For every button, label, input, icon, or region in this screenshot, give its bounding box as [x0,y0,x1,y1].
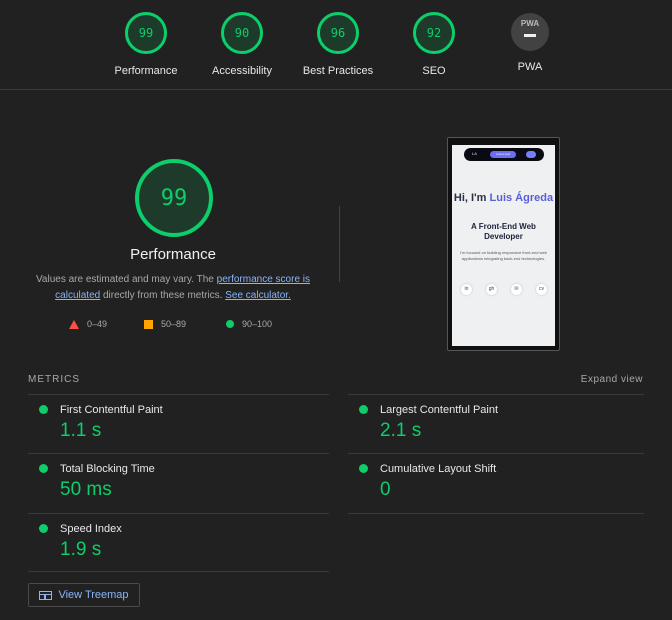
legend-range: 90–100 [242,319,273,329]
pwa-dash [524,34,536,37]
divider [339,206,340,282]
performance-score-gauge: 99 [135,159,213,237]
gauge-label: Best Practices [302,65,374,77]
gauge-score: 99 [125,12,167,54]
hero-prefix: Hi, I'm [453,192,490,204]
legend-range: 50–89 [161,319,187,329]
preview-nav: LA Lorem text [464,148,544,161]
metrics-divider [348,513,644,514]
preview-menu-icon [526,151,536,158]
metrics-divider [348,394,644,395]
metric-fcp: First Contentful Paint 1.1 s [28,396,318,454]
preview-nav-button: Lorem text [490,151,516,158]
gauge-label: Performance [114,65,178,77]
score-legend: 0–49 50–89 90–100 [0,319,346,333]
expand-view-toggle[interactable]: Expand view [581,374,643,385]
metric-tbt: Total Blocking Time 50 ms [28,455,318,513]
metrics-divider [348,453,644,454]
metric-value: 2.1 s [380,420,422,441]
metric-value: 1.1 s [60,420,102,441]
gauge-label: Accessibility [212,65,272,77]
pwa-badge-icon: PWA [511,13,549,51]
metrics-divider [28,513,329,514]
gauge-score: 96 [317,12,359,54]
gauge-score: 92 [413,12,455,54]
preview-paragraph: I'm focused on building responsive front… [460,250,547,261]
desc-middle: directly from these metrics. [100,290,226,301]
legend-fail: 0–49 [69,319,107,329]
pass-circle-icon [226,320,234,328]
view-treemap-button[interactable]: View Treemap [28,583,140,607]
desc-prefix: Values are estimated and may vary. The [35,274,217,285]
metric-name: First Contentful Paint [60,404,163,416]
see-calculator-link[interactable]: See calculator. [225,290,291,301]
metric-name: Speed Index [60,523,122,535]
metrics-divider [28,453,329,454]
metric-speed-index: Speed Index 1.9 s [28,515,318,573]
final-screenshot[interactable]: LA Lorem text Hi, I'm Luis Ágreda A Fron… [447,137,560,351]
pass-circle-icon [359,464,368,473]
gauge-label: SEO [422,65,446,77]
metric-value: 1.9 s [60,539,102,560]
metric-name: Largest Contentful Paint [380,404,499,416]
gauge-pwa[interactable]: PWA PWA [475,12,585,73]
gauge-seo[interactable]: 92 SEO [379,12,489,77]
gauge-performance[interactable]: 99 Performance [91,12,201,77]
preview-social-icons: in gh ✉ cv [461,284,549,296]
mail-icon: ✉ [511,284,522,295]
category-gauges: 99 Performance 90 Accessibility 96 Best … [0,0,672,90]
metrics-divider [28,571,329,572]
legend-range: 0–49 [87,319,108,329]
preview-logo: LA [472,151,477,156]
hero-name: Luis Ágreda [489,192,554,204]
gauge-score: 90 [221,12,263,54]
metric-lcp: Largest Contentful Paint 2.1 s [348,396,638,454]
pass-circle-icon [359,405,368,414]
metric-value: 0 [380,479,391,500]
screenshot-screen: LA Lorem text Hi, I'm Luis Ágreda A Fron… [452,145,555,346]
view-treemap-label: View Treemap [58,589,129,601]
metric-cls: Cumulative Layout Shift 0 [348,455,638,513]
fail-triangle-icon [69,319,79,329]
metric-name: Total Blocking Time [60,463,155,475]
legend-average: 50–89 [144,319,186,329]
metrics-divider [28,394,329,395]
pass-circle-icon [39,464,48,473]
pwa-badge-text: PWA [520,19,540,28]
resume-icon: cv [536,284,547,295]
github-icon: gh [486,284,497,295]
metrics-header: METRICS [28,374,80,385]
linkedin-icon: in [461,284,472,295]
metric-name: Cumulative Layout Shift [380,463,497,475]
metric-value: 50 ms [60,479,112,500]
pass-circle-icon [39,405,48,414]
preview-hero: Hi, I'm Luis Ágreda [452,193,555,204]
preview-subtitle: A Front-End Web Developer [471,222,536,241]
legend-pass: 90–100 [226,319,272,329]
gauge-label: PWA [517,61,543,73]
gauge-accessibility[interactable]: 90 Accessibility [187,12,297,77]
average-square-icon [144,319,153,329]
performance-description: Values are estimated and may vary. The p… [22,272,324,304]
treemap-icon [39,590,53,600]
gauge-best-practices[interactable]: 96 Best Practices [283,12,393,77]
performance-title: Performance [130,246,216,263]
pass-circle-icon [39,524,48,533]
